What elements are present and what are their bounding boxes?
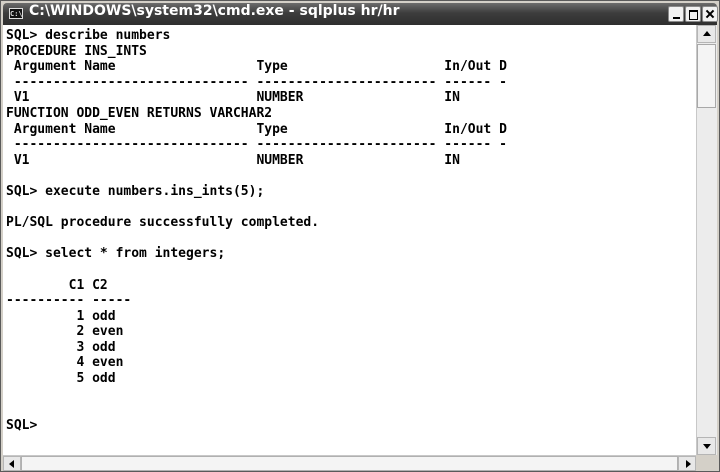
console-output[interactable]: SQL> describe numbers PROCEDURE INS_INTS … (3, 25, 696, 455)
console-line: Argument Name Type In/Out D (6, 121, 507, 137)
scroll-up-button[interactable] (697, 25, 716, 43)
minimize-icon[interactable] (668, 6, 684, 22)
scroll-right-button[interactable] (678, 456, 696, 471)
console-line: ---------- ----- (6, 293, 132, 309)
console-line: C1 C2 (6, 277, 108, 293)
console-window: C:\ C:\WINDOWS\system32\cmd.exe - sqlplu… (0, 0, 720, 472)
cmd-icon[interactable]: C:\ (9, 8, 23, 19)
vertical-scrollbar[interactable] (696, 25, 717, 455)
horizontal-scrollbar[interactable] (3, 455, 696, 471)
console-line: SQL> (6, 417, 38, 433)
console-line: Argument Name Type In/Out D (6, 59, 507, 75)
console-line: SQL> execute numbers.ins_ints(5); (6, 183, 265, 199)
console-line: V1 NUMBER IN (6, 90, 460, 106)
horizontal-scroll-thumb[interactable] (21, 456, 678, 471)
window-title: C:\WINDOWS\system32\cmd.exe - sqlplus hr… (29, 3, 400, 19)
console-line: V1 NUMBER IN (6, 152, 460, 168)
console-line: PROCEDURE INS_INTS (6, 43, 147, 59)
arrow-up-icon (703, 31, 711, 36)
console-line: ------------------------------ ---------… (6, 74, 507, 90)
close-icon[interactable] (702, 6, 718, 22)
console-line: FUNCTION ODD_EVEN RETURNS VARCHAR2 (6, 105, 273, 121)
console-line: SQL> describe numbers (6, 28, 171, 43)
scroll-left-button[interactable] (3, 456, 21, 471)
resize-grip[interactable] (696, 455, 717, 471)
console-line: ------------------------------ ---------… (6, 137, 507, 153)
arrow-left-icon (9, 460, 14, 468)
console-text: SQL> describe numbers PROCEDURE INS_INTS … (3, 25, 696, 433)
title-bar[interactable]: C:\ C:\WINDOWS\system32\cmd.exe - sqlplu… (3, 3, 718, 25)
console-line: 2 even (6, 324, 124, 340)
vertical-scroll-thumb[interactable] (697, 44, 716, 108)
arrow-right-icon (686, 460, 691, 468)
scroll-down-button[interactable] (697, 437, 716, 455)
console-line: 5 odd (6, 371, 116, 387)
console-line: 4 even (6, 355, 124, 371)
arrow-down-icon (703, 444, 711, 449)
maximize-icon[interactable] (685, 6, 701, 22)
console-line: PL/SQL procedure successfully completed. (6, 215, 320, 231)
console-line: 3 odd (6, 339, 116, 355)
console-line: SQL> select * from integers; (6, 246, 226, 262)
console-line: 1 odd (6, 308, 116, 324)
